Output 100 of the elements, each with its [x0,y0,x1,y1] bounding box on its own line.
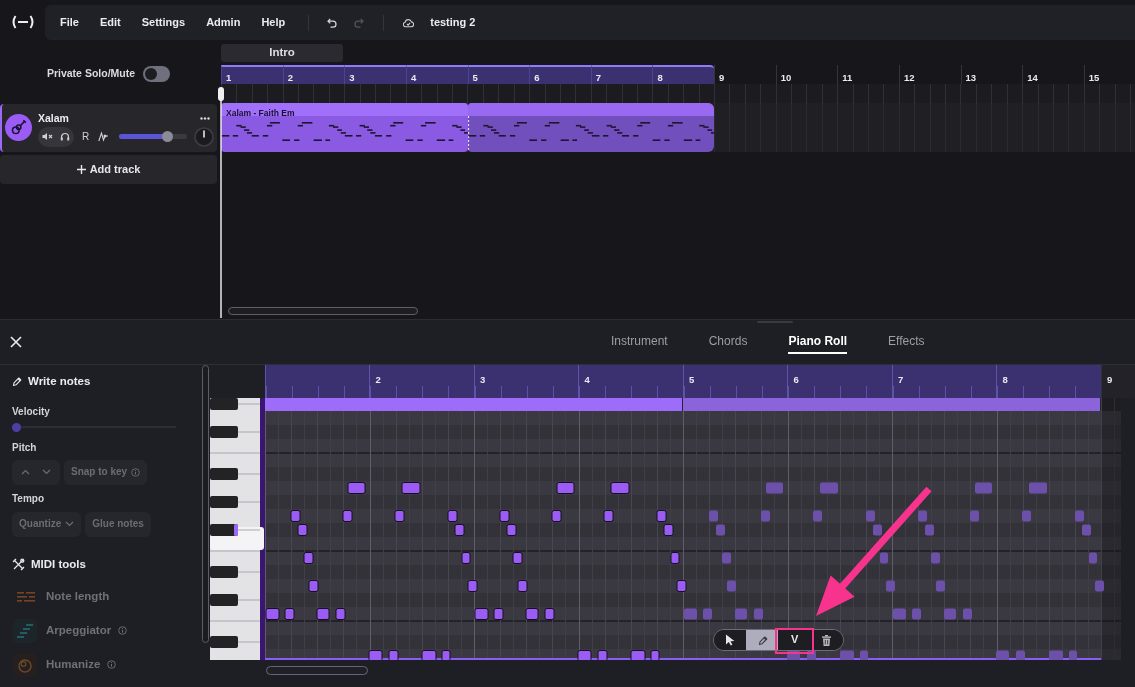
midi-note[interactable] [603,510,614,522]
midi-note[interactable] [441,650,451,660]
midi-note[interactable] [610,482,630,494]
midi-note[interactable] [290,510,301,522]
midi-note[interactable] [454,524,465,536]
midi-note[interactable] [650,650,660,660]
midi-note[interactable] [663,524,674,536]
section-label[interactable]: Intro [221,44,343,62]
note-grid[interactable] [264,398,1121,660]
clip-header-bar[interactable] [682,398,1100,411]
midi-note[interactable] [297,524,308,536]
pan-knob[interactable] [194,126,215,147]
menu-item[interactable]: Admin [206,13,241,32]
bar-number: 9 [1106,374,1113,385]
tab[interactable]: Instrument [611,334,668,354]
slider-thumb[interactable] [161,131,173,142]
midi-note[interactable] [924,524,934,536]
record-button[interactable]: R [82,131,90,142]
plus-icon [76,165,86,174]
midi-note[interactable] [421,650,437,660]
tab[interactable]: Chords [708,334,748,354]
pencil-icon [757,634,768,646]
close-icon[interactable] [10,336,22,348]
stripes-icon [13,618,37,643]
midi-note[interactable] [806,650,816,660]
midi-note[interactable] [316,608,330,620]
midi-note[interactable] [335,608,346,620]
bar-number: 3 [349,72,355,83]
midi-note[interactable] [499,510,510,522]
midi-note[interactable] [474,608,489,620]
automation-icon[interactable] [98,130,110,143]
midi-note[interactable] [401,482,421,494]
midi-note[interactable] [715,524,725,536]
midi-note[interactable] [630,650,646,660]
bar-number: 11 [842,72,853,83]
bar-number: 2 [287,72,293,83]
midi-note[interactable] [447,510,458,522]
menu-item[interactable]: Settings [141,13,186,32]
mute-icon [41,132,53,141]
scrollbar-thumb[interactable] [265,666,368,675]
midi-note[interactable] [551,510,562,522]
section-title: Write notes [28,375,91,389]
midi-note[interactable] [676,580,687,592]
midi-note[interactable] [347,482,366,494]
cursor-icon [724,634,736,646]
midi-note[interactable] [308,580,319,592]
tool-button[interactable] [746,630,779,650]
menu-item[interactable]: File [60,13,79,32]
midi-note[interactable] [859,650,868,660]
midi-note[interactable] [506,524,517,536]
project-title[interactable]: testing 2 [430,14,476,31]
track-header[interactable]: Xalam R [0,104,217,152]
midi-note[interactable] [656,510,667,522]
midi-note[interactable] [556,482,575,494]
midi-note[interactable] [577,650,592,660]
logo-icon[interactable] [10,15,35,29]
midi-note[interactable] [303,552,314,564]
tab[interactable]: Piano Roll [788,334,848,354]
midi-note[interactable] [394,510,405,522]
scrollbar-thumb[interactable] [228,307,418,315]
midi-clip[interactable] [467,103,714,152]
more-icon[interactable] [200,116,210,120]
midi-note[interactable] [597,650,608,660]
midi-note[interactable] [388,650,399,660]
midi-note[interactable] [284,608,295,620]
toggle-label: Private Solo/Mute [46,66,136,82]
bar-number: 12 [903,72,915,83]
playhead[interactable] [217,87,225,318]
clip-header-bar[interactable] [264,398,682,411]
bar-number: 6 [793,374,799,385]
midi-note[interactable] [1068,650,1077,660]
bar-number: 4 [410,72,417,83]
solo-button[interactable] [56,126,74,147]
undo-icon[interactable] [327,17,338,28]
menu-item[interactable]: Help [261,13,286,32]
tab[interactable]: Effects [888,334,925,354]
bar-number: 2 [375,374,381,385]
midi-clip[interactable]: Xalam - Faith Em [221,103,468,152]
toggle-switch[interactable] [143,66,171,82]
midi-note[interactable] [670,552,680,564]
slider-thumb[interactable] [12,422,21,432]
midi-note[interactable] [368,650,383,660]
midi-note[interactable] [461,552,471,564]
midi-note[interactable] [1081,524,1091,536]
midi-note[interactable] [872,524,882,536]
midi-note[interactable] [512,552,523,564]
midi-note[interactable] [525,608,539,620]
add-track-button[interactable]: Add track [0,155,217,184]
midi-note[interactable] [517,580,528,592]
menu-item[interactable]: Edit [99,13,121,32]
mute-button[interactable] [38,126,56,147]
midi-note[interactable] [467,580,478,592]
volume-slider[interactable] [119,134,188,139]
midi-note[interactable] [342,510,353,522]
piano-keyboard[interactable] [208,398,265,660]
midi-note[interactable] [544,608,555,620]
bar-number: 15 [1088,72,1100,83]
midi-note[interactable] [265,608,280,620]
scrollbar-thumb[interactable] [201,365,209,643]
midi-note[interactable] [493,608,504,620]
